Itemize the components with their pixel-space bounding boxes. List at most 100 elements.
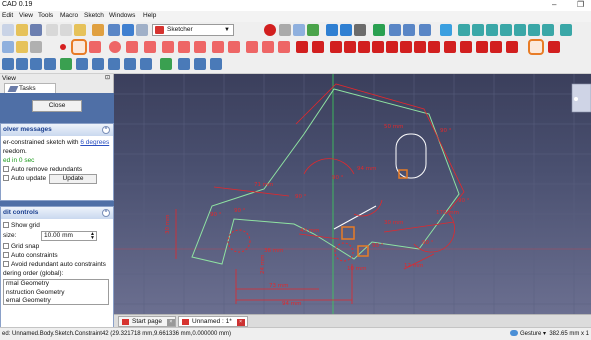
tab-start-page[interactable]: Start page ×	[118, 316, 176, 327]
horizontal-constraint-icon[interactable]	[344, 41, 356, 53]
save-icon[interactable]	[30, 24, 42, 36]
grid-snap-checkbox[interactable]	[3, 243, 9, 249]
auto-constraints-row[interactable]: Auto constraints	[3, 251, 111, 260]
tab-unnamed[interactable]: Unnamed : 1* ×	[178, 316, 248, 327]
copy-geometry-icon[interactable]	[108, 58, 120, 70]
spin-arrows-icon[interactable]: ▲ ▼	[90, 232, 95, 241]
polyline-icon[interactable]	[162, 41, 174, 53]
radius-constraint-icon[interactable]	[506, 41, 518, 53]
paste-icon[interactable]	[74, 24, 86, 36]
copy-icon[interactable]	[60, 24, 72, 36]
menu-tools[interactable]: Tools	[38, 12, 53, 19]
validate-sketch-icon[interactable]	[2, 58, 14, 70]
slot-icon[interactable]	[212, 41, 224, 53]
measure-icon[interactable]	[560, 24, 572, 36]
link-icon[interactable]	[419, 24, 431, 36]
close-tab-icon[interactable]: ×	[236, 319, 245, 326]
tangent-constraint-icon[interactable]	[386, 41, 398, 53]
trim-icon[interactable]	[246, 41, 258, 53]
rear-view-icon[interactable]	[514, 24, 526, 36]
equal-constraint-icon[interactable]	[400, 41, 412, 53]
tab-tasks[interactable]: Tasks	[4, 83, 56, 93]
rectangle-icon[interactable]	[178, 41, 190, 53]
stop-macro-icon[interactable]	[279, 24, 291, 36]
clone-icon[interactable]	[92, 58, 104, 70]
rectangular-array-icon[interactable]	[124, 58, 136, 70]
convert-bspline-icon[interactable]	[194, 58, 206, 70]
record-macro-icon[interactable]	[264, 24, 276, 36]
horizontal-distance-icon[interactable]	[460, 41, 472, 53]
isometric-view-icon[interactable]	[458, 24, 470, 36]
menu-windows[interactable]: Windows	[109, 12, 135, 19]
bounding-box-icon[interactable]	[373, 24, 385, 36]
left-view-icon[interactable]	[542, 24, 554, 36]
minimize-button[interactable]: –	[552, 0, 556, 9]
navigation-cube[interactable]	[571, 83, 591, 113]
new-sketch-icon[interactable]	[2, 41, 14, 53]
solver-messages-header[interactable]: olver messages ⌃	[1, 124, 113, 136]
list-item[interactable]: nstruction Geometry	[6, 289, 108, 298]
auto-constraints-checkbox[interactable]	[3, 252, 9, 258]
list-item[interactable]: ernal Geometry	[6, 297, 108, 304]
auto-remove-checkbox[interactable]	[3, 166, 9, 172]
nav-back-icon[interactable]	[389, 24, 401, 36]
polygon-icon[interactable]	[194, 41, 206, 53]
block-constraint-icon[interactable]	[428, 41, 440, 53]
update-button[interactable]: Update	[49, 174, 97, 184]
fillet-icon[interactable]	[228, 41, 240, 53]
show-grid-row[interactable]: Show grid	[3, 221, 111, 230]
undo-icon[interactable]	[92, 24, 104, 36]
rendering-order-list[interactable]: rmal Geometry nstruction Geometry ernal …	[3, 279, 109, 305]
open-folder-icon[interactable]	[16, 24, 28, 36]
menu-macro[interactable]: Macro	[60, 12, 78, 19]
symmetry-tool-icon[interactable]	[76, 58, 88, 70]
line-icon[interactable]	[71, 39, 87, 55]
nav-forward-icon[interactable]	[403, 24, 415, 36]
bspline-knots-icon[interactable]	[178, 58, 190, 70]
select-origin-icon[interactable]	[30, 58, 42, 70]
maximize-button[interactable]: ❐	[577, 0, 584, 9]
close-tab-icon[interactable]: ×	[166, 319, 175, 326]
sketch-canvas[interactable]: 71 mm 50 mm 94 mm 30 mm 43 mm 36 mm 30 m…	[114, 74, 591, 314]
vertical-distance-icon[interactable]	[476, 41, 488, 53]
front-view-icon[interactable]	[472, 24, 484, 36]
parallel-constraint-icon[interactable]	[358, 41, 370, 53]
grid-size-input[interactable]: 10.00 mm ▲ ▼	[41, 231, 97, 241]
cut-icon[interactable]	[46, 24, 58, 36]
3d-viewport[interactable]: 71 mm 50 mm 94 mm 30 mm 43 mm 36 mm 30 m…	[114, 74, 591, 314]
grid-snap-row[interactable]: Grid snap	[3, 242, 111, 251]
macros-icon[interactable]	[293, 24, 305, 36]
right-view-icon[interactable]	[500, 24, 512, 36]
select-constraints-icon[interactable]	[16, 58, 28, 70]
whats-this-icon[interactable]	[136, 24, 148, 36]
refresh-icon[interactable]	[122, 24, 134, 36]
navigation-style-icon[interactable]	[509, 330, 518, 336]
leave-sketch-icon[interactable]	[30, 41, 42, 53]
list-item[interactable]: rmal Geometry	[6, 280, 108, 289]
bottom-view-icon[interactable]	[528, 24, 540, 36]
menu-view[interactable]: View	[19, 12, 33, 19]
snell-constraint-icon[interactable]	[548, 41, 560, 53]
edit-controls-header[interactable]: dit controls ⌃	[1, 207, 113, 219]
menu-sketch[interactable]: Sketch	[84, 12, 104, 19]
coincident-constraint-icon[interactable]	[296, 41, 308, 53]
degrees-of-freedom-link[interactable]: 6 degrees	[80, 139, 109, 146]
conic-icon[interactable]	[126, 41, 138, 53]
angle-constraint-icon[interactable]	[528, 39, 544, 55]
vertical-constraint-icon[interactable]	[330, 41, 342, 53]
workbench-selector[interactable]: Sketcher ▼	[152, 24, 234, 36]
collapse-icon[interactable]: ⌃	[102, 209, 110, 217]
redo-icon[interactable]	[108, 24, 120, 36]
bspline-icon[interactable]	[144, 41, 156, 53]
external-geometry-icon[interactable]	[278, 41, 290, 53]
navigation-style[interactable]: Gesture	[520, 331, 541, 337]
fit-all-icon[interactable]	[326, 24, 338, 36]
bspline-degree-icon[interactable]	[160, 58, 172, 70]
execute-macro-icon[interactable]	[307, 24, 319, 36]
delete-geometry-icon[interactable]	[140, 58, 152, 70]
select-elements-icon[interactable]	[44, 58, 56, 70]
avoid-redundant-checkbox[interactable]	[3, 261, 9, 267]
point-icon[interactable]	[60, 44, 66, 50]
edit-sketch-icon[interactable]	[16, 41, 28, 53]
show-hide-icon[interactable]	[60, 58, 72, 70]
